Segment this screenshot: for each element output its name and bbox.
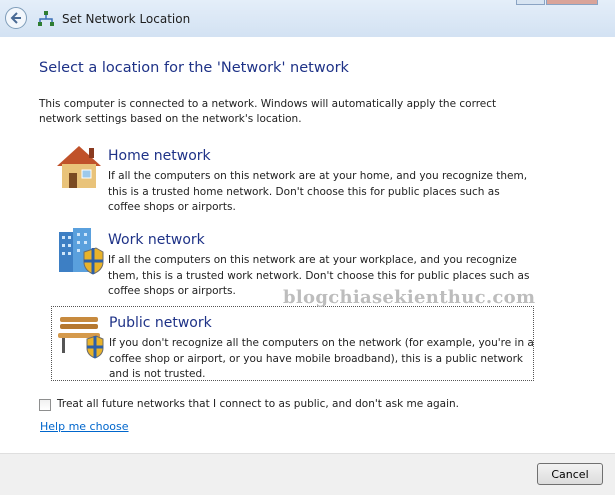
help-me-choose-link[interactable]: Help me choose (40, 420, 129, 433)
treat-as-public-checkbox[interactable] (39, 399, 51, 411)
option-description: If all the computers on this network are… (108, 170, 528, 213)
minimize-button-edge[interactable] (516, 0, 545, 5)
back-button[interactable] (5, 7, 27, 29)
option-title: Work network (108, 232, 205, 248)
close-button-edge[interactable] (546, 0, 598, 5)
office-building-icon (59, 228, 104, 275)
title-bar: Set Network Location (0, 0, 615, 37)
intro-text: This computer is connected to a network.… (39, 98, 497, 125)
cancel-button[interactable]: Cancel (537, 463, 603, 485)
house-icon (57, 146, 101, 188)
back-arrow-icon (10, 12, 21, 24)
option-public-network[interactable]: Public network If you don't recognize al… (51, 306, 534, 381)
option-home-network[interactable]: Home network If all the computers on thi… (51, 140, 534, 215)
window-title: Set Network Location (62, 12, 191, 26)
option-description: If you don't recognize all the computers… (109, 337, 534, 380)
option-title: Home network (108, 148, 211, 164)
option-title: Public network (109, 315, 212, 331)
checkbox-label[interactable]: Treat all future networks that I connect… (57, 398, 459, 410)
network-icon (38, 11, 54, 26)
footer-bar: Cancel (0, 453, 615, 495)
park-bench-icon (58, 317, 104, 359)
page-heading: Select a location for the 'Network' netw… (39, 60, 349, 76)
watermark: blogchiasekienthuc.com (283, 287, 536, 308)
